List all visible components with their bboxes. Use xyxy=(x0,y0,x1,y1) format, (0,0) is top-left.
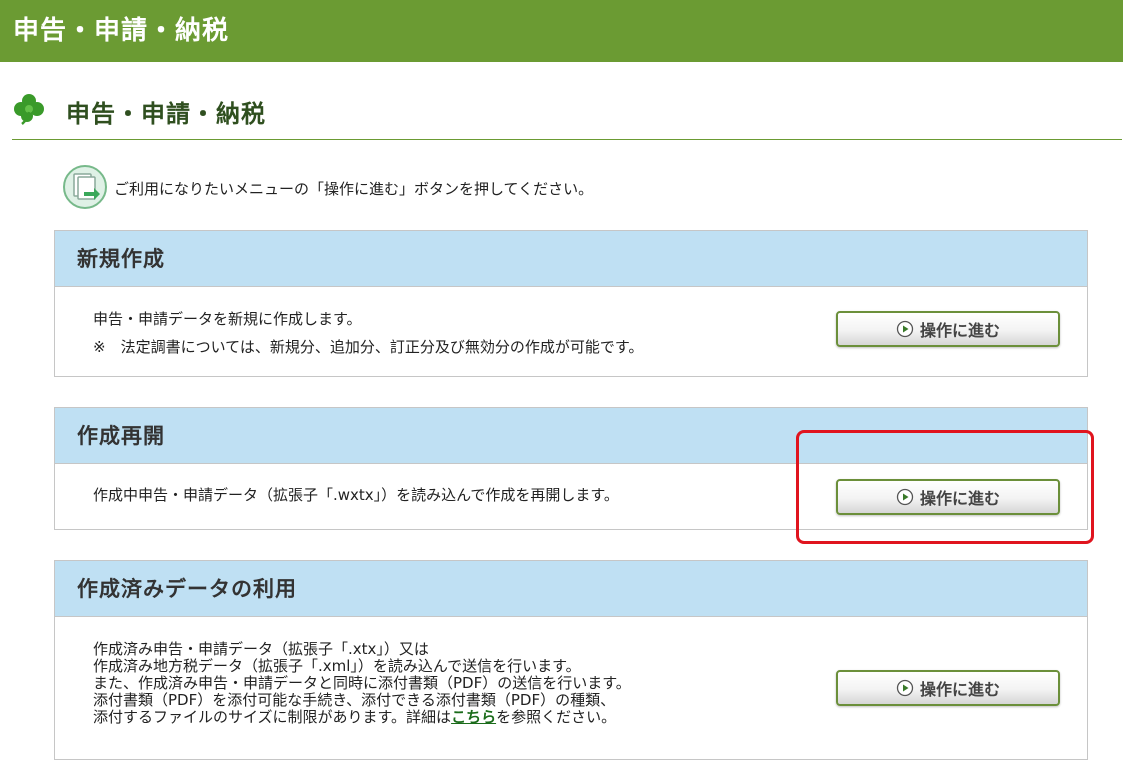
app-title: 申告・申請・納税 xyxy=(13,16,230,46)
description-line: 添付書類（PDF）を添付可能な手続き、添付できる添付書類（PDF）の種類、 xyxy=(93,691,616,709)
clover-icon xyxy=(14,94,44,125)
app-header: 申告・申請・納税 xyxy=(0,0,1123,62)
play-circle-icon xyxy=(896,679,914,697)
highlight-box xyxy=(796,430,1094,544)
button-label: 操作に進む xyxy=(919,680,1000,699)
section-new: 新規作成 申告・申請データを新規に作成します。 ※ 法定調書については、新規分、… xyxy=(54,230,1088,377)
proceed-button-new[interactable]: 操作に進む xyxy=(836,311,1060,347)
proceed-button-existing[interactable]: 操作に進む xyxy=(836,670,1060,706)
description-line: 作成済み地方税データ（拡張子「.xml」）を読み込んで送信を行います。 xyxy=(93,657,581,675)
description-line: 添付するファイルのサイズに制限があります。詳細はこちらを参照ください。 xyxy=(93,709,631,726)
section-title: 新規作成 xyxy=(55,231,1087,287)
page-title: 申告・申請・納税 xyxy=(66,100,266,128)
description-line: 申告・申請データを新規に作成します。 xyxy=(93,310,362,328)
button-label: 操作に進む xyxy=(919,321,1000,340)
section-description: 作成中申告・申請データ（拡張子「.wxtx」）を読み込んで作成を再開します。 xyxy=(93,486,619,504)
description-text: 添付するファイルのサイズに制限があります。詳細は xyxy=(93,708,452,726)
description-text: を参照ください。 xyxy=(496,708,617,726)
instruction-text: ご利用になりたいメニューの「操作に進む」ボタンを押してください。 xyxy=(114,180,594,198)
description-line: ※ 法定調書については、新規分、追加分、訂正分及び無効分の作成が可能です。 xyxy=(93,338,644,356)
section-title: 作成済みデータの利用 xyxy=(55,561,1087,617)
section-description: 作成済み申告・申請データ（拡張子「.xtx」）又は 作成済み地方税データ（拡張子… xyxy=(93,641,631,726)
section-description: 申告・申請データを新規に作成します。 ※ 法定調書については、新規分、追加分、訂… xyxy=(93,308,643,358)
play-circle-icon xyxy=(896,320,914,338)
document-arrow-icon xyxy=(63,165,107,209)
description-line: また、作成済み申告・申請データと同時に添付書類（PDF）の送信を行います。 xyxy=(93,674,631,692)
page-heading: 申告・申請・納税 xyxy=(12,88,1122,140)
details-link[interactable]: こちら xyxy=(451,708,496,726)
description-line: 作成済み申告・申請データ（拡張子「.xtx」）又は xyxy=(93,640,429,658)
section-use-existing: 作成済みデータの利用 作成済み申告・申請データ（拡張子「.xtx」）又は 作成済… xyxy=(54,560,1088,760)
